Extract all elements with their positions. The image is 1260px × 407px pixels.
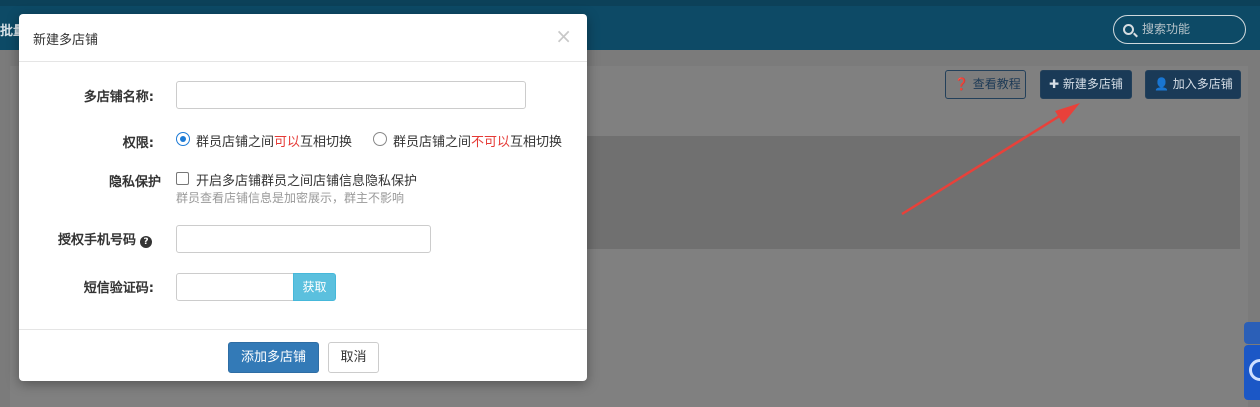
get-sms-code-button[interactable]: 获取 <box>293 273 336 301</box>
modal-header: 新建多店铺 × <box>19 14 587 62</box>
cancel-button[interactable]: 取消 <box>328 342 379 373</box>
sms-code-label: 短信验证码: <box>83 281 154 296</box>
modal-footer: 添加多店铺 取消 <box>19 329 587 381</box>
sms-code-input[interactable] <box>176 273 294 301</box>
privacy-hint: 群员查看店铺信息是加密展示，群主不影响 <box>176 191 405 205</box>
phone-label: 授权手机号码? <box>32 229 152 248</box>
privacy-checkbox-text: 开启多店铺群员之间店铺信息隐私保护 <box>196 174 418 189</box>
shop-name-input[interactable] <box>176 81 526 109</box>
permission-label: 权限: <box>122 136 154 151</box>
permission-can-switch-radio[interactable] <box>176 132 190 146</box>
new-shop-modal: 新建多店铺 × 多店铺名称: 权限: 群员店铺之间可以互相切换 群员店铺之间不可… <box>19 14 587 381</box>
permission-cannot-switch-radio[interactable] <box>373 132 387 146</box>
permission-can-switch-text: 群员店铺之间可以互相切换 <box>196 135 353 150</box>
privacy-label: 隐私保护 <box>108 175 161 190</box>
phone-input[interactable] <box>176 225 431 253</box>
modal-title: 新建多店铺 <box>33 33 99 48</box>
permission-cannot-switch-text: 群员店铺之间不可以互相切换 <box>393 135 563 150</box>
close-icon[interactable]: × <box>555 26 572 46</box>
shop-name-label: 多店铺名称: <box>83 90 154 105</box>
privacy-checkbox[interactable] <box>176 172 189 185</box>
help-icon[interactable]: ? <box>140 236 152 248</box>
add-shop-button[interactable]: 添加多店铺 <box>228 342 319 373</box>
